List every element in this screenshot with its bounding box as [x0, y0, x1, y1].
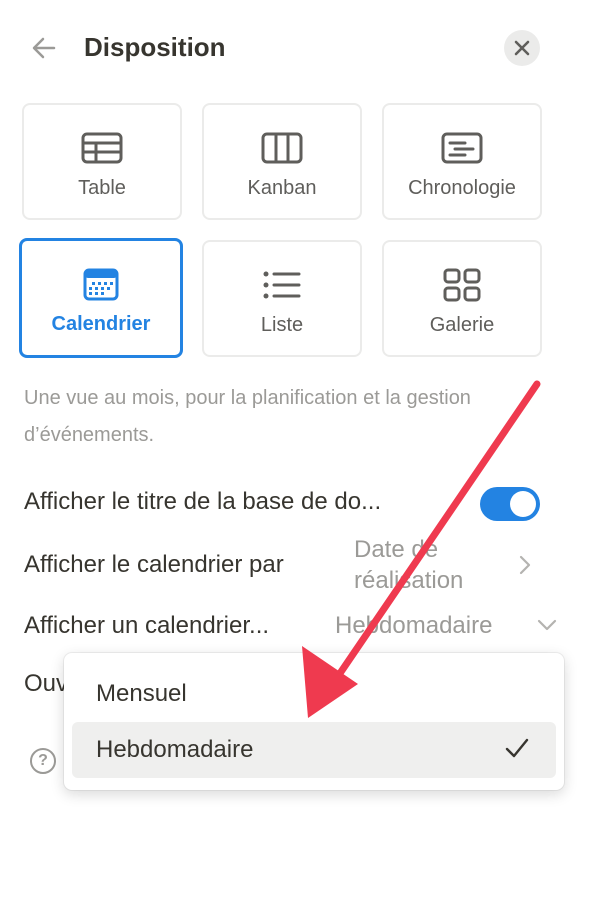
checkmark-icon: [505, 738, 529, 758]
layout-option-calendar[interactable]: Calendrier: [19, 238, 183, 358]
dropdown-option-weekly[interactable]: Hebdomadaire: [72, 722, 556, 778]
show-by-value[interactable]: Date de réalisation: [354, 534, 463, 596]
show-by-label: Afficher le calendrier par: [24, 551, 284, 578]
page-title: Disposition: [84, 32, 226, 62]
layout-option-label: Kanban: [247, 177, 317, 199]
dropdown-option-monthly[interactable]: Mensuel: [72, 666, 556, 722]
help-icon[interactable]: ?: [30, 748, 56, 774]
layout-option-label: Liste: [260, 314, 304, 336]
arrow-left-icon: [32, 37, 56, 59]
back-button[interactable]: [28, 32, 60, 64]
close-button[interactable]: [504, 30, 540, 66]
layout-option-label: Chronologie: [408, 177, 516, 199]
close-icon: [514, 40, 530, 56]
table-icon: [81, 131, 123, 165]
timeline-icon: [441, 131, 483, 165]
open-pages-label: Ouv: [24, 670, 69, 697]
gallery-icon: [443, 268, 481, 302]
layout-option-timeline[interactable]: Chronologie: [382, 103, 542, 220]
show-calendar-label: Afficher un calendrier...: [24, 612, 270, 639]
layout-option-list[interactable]: Liste: [202, 240, 362, 357]
chevron-down-icon: [537, 618, 557, 637]
layout-option-label: Table: [78, 177, 126, 199]
layout-option-gallery[interactable]: Galerie: [382, 240, 542, 357]
list-icon: [262, 268, 302, 302]
layout-option-label: Galerie: [429, 314, 495, 336]
chevron-right-icon: [518, 555, 532, 580]
calendar-icon: [83, 267, 119, 301]
show-title-toggle[interactable]: [480, 487, 540, 521]
layout-option-label: Calendrier: [51, 313, 151, 335]
show-title-label: Afficher le titre de la base de do...: [24, 488, 382, 515]
layout-option-kanban[interactable]: Kanban: [202, 103, 362, 220]
kanban-icon: [261, 131, 303, 165]
calendar-mode-dropdown: Mensuel Hebdomadaire: [64, 653, 564, 790]
layout-description: Une vue au mois, pour la planification e…: [24, 387, 471, 446]
show-calendar-value[interactable]: Hebdomadaire: [335, 612, 492, 640]
layout-option-table[interactable]: Table: [22, 103, 182, 220]
